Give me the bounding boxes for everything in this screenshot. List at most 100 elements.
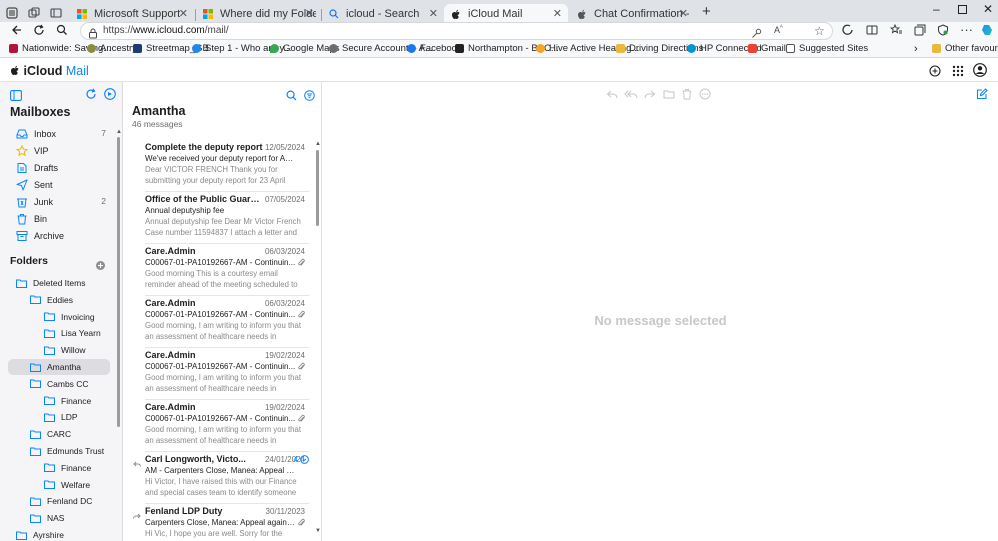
- folder-item[interactable]: Lisa Yearn: [8, 325, 110, 341]
- mailbox-inbox[interactable]: Inbox 7: [8, 126, 108, 142]
- reply-all-icon[interactable]: [624, 87, 638, 99]
- favourites-icon[interactable]: [889, 23, 903, 39]
- add-folder-icon[interactable]: [96, 257, 105, 275]
- close-window-button[interactable]: ✕: [983, 2, 993, 16]
- add-icon[interactable]: [929, 64, 941, 82]
- folder-item[interactable]: Ayrshire: [8, 527, 110, 541]
- close-tab-icon[interactable]: ✕: [305, 7, 314, 20]
- message-row[interactable]: Care.Admin 06/03/2024 C00067-01-PA10192667…: [145, 298, 309, 348]
- message-row[interactable]: Fenland LDP Duty 30/11/2023 Carpenters Clo…: [133, 506, 305, 541]
- reply-icon[interactable]: [606, 87, 618, 99]
- move-to-folder-icon[interactable]: [663, 87, 675, 99]
- mailbox-bin[interactable]: Bin: [8, 211, 108, 227]
- message-preview: Good morning, I am writing to inform you…: [145, 425, 301, 445]
- scroll-down-arrow-icon[interactable]: ▼: [315, 528, 321, 534]
- folder-item[interactable]: Finance: [8, 393, 110, 409]
- split-screen-icon[interactable]: [866, 24, 878, 39]
- address-bar[interactable]: https://www.icloud.com/mail/ Aᴬ ☆: [80, 22, 833, 40]
- read-aloud-icon[interactable]: Aᴬ: [774, 25, 783, 35]
- folder-item[interactable]: Eddies: [8, 292, 110, 308]
- filter-options-icon[interactable]: [304, 88, 315, 106]
- maximize-button[interactable]: [958, 3, 967, 17]
- bookmark-item[interactable]: Facebook: [407, 43, 462, 54]
- folder-item[interactable]: Welfare: [8, 477, 110, 493]
- message-preview: Good morning This is a courtesy email re…: [145, 269, 298, 289]
- scroll-up-arrow-icon[interactable]: ▲: [116, 129, 122, 135]
- folder-item[interactable]: Finance: [8, 460, 110, 476]
- browser-tab[interactable]: icloud - Search ✕: [322, 4, 444, 24]
- folder-item[interactable]: Fenland DC: [8, 493, 110, 509]
- account-avatar-icon[interactable]: [973, 63, 987, 82]
- close-tab-icon[interactable]: ✕: [429, 7, 438, 20]
- folder-item[interactable]: Amantha: [8, 359, 110, 375]
- folder-icon: [44, 396, 55, 406]
- message-row[interactable]: Carl Longworth, Victo... 24/01/2024 AM - C…: [133, 454, 309, 504]
- settings-more-icon[interactable]: ···: [960, 22, 973, 37]
- copilot-icon[interactable]: [981, 24, 993, 39]
- more-options-icon[interactable]: [699, 87, 711, 100]
- folder-item[interactable]: Cambs CC: [8, 376, 110, 392]
- folder-item[interactable]: NAS: [8, 510, 110, 526]
- row-divider: [145, 243, 309, 244]
- folder-item[interactable]: Deleted Items: [8, 275, 110, 291]
- search-icon[interactable]: [56, 24, 68, 39]
- app-grid-icon[interactable]: [952, 64, 964, 82]
- mailbox-vip[interactable]: VIP: [8, 143, 108, 159]
- sidebar-toggle-icon[interactable]: [10, 88, 22, 106]
- bookmark-item[interactable]: Suggested Sites: [786, 43, 868, 54]
- filter-icon[interactable]: [104, 87, 116, 105]
- extensions-icon[interactable]: [842, 24, 854, 39]
- more-bookmarks-chevron-icon[interactable]: ›: [914, 43, 918, 55]
- message-sender: Complete the deputy report: [145, 142, 263, 152]
- message-row[interactable]: Office of the Public Guard... 07/05/2024 A…: [145, 194, 309, 244]
- mailbox-title: Amantha: [132, 104, 186, 118]
- message-row[interactable]: Care.Admin 19/02/2024 C00067-01-PA10192667…: [145, 350, 309, 400]
- browser-tab[interactable]: Where did my Folder go? - Micr ✕: [196, 4, 320, 24]
- close-tab-icon[interactable]: ✕: [679, 7, 688, 20]
- bookmark-icon: [687, 44, 696, 53]
- paperclip-icon: [298, 258, 305, 269]
- archive-icon: [16, 231, 28, 241]
- message-row[interactable]: Care.Admin 06/03/2024 C00067-01-PA10192667…: [145, 246, 309, 296]
- favourite-star-icon[interactable]: ☆: [814, 24, 825, 38]
- message-row[interactable]: Complete the deputy report 12/05/2024 We'v…: [145, 142, 309, 192]
- folder-item[interactable]: Edmunds Trust: [8, 443, 110, 459]
- message-row[interactable]: Care.Admin 19/02/2024 C00067-01-PA10192667…: [145, 402, 309, 452]
- bookmark-item[interactable]: Gmail: [748, 43, 786, 54]
- message-subject: We've received your deputy report for Am…: [145, 154, 297, 163]
- message-sender: Fenland LDP Duty: [145, 506, 223, 516]
- tab-label: Where did my Folder go? - Micr: [220, 8, 316, 20]
- thread-count-badge[interactable]: 4: [294, 455, 309, 464]
- forward-icon[interactable]: [644, 87, 656, 99]
- scroll-up-arrow-icon[interactable]: ▲: [315, 141, 321, 147]
- collections-icon[interactable]: [914, 24, 926, 39]
- browser-essentials-icon[interactable]: [937, 24, 949, 39]
- message-list-scrollbar[interactable]: [316, 150, 319, 226]
- search-icon[interactable]: [286, 88, 297, 106]
- minimize-button[interactable]: –: [933, 2, 940, 16]
- message-preview: Hi Victor, I have raised this with our F…: [145, 477, 297, 497]
- mailbox-sent[interactable]: Sent: [8, 177, 108, 193]
- sidebar-scrollbar[interactable]: [117, 137, 120, 427]
- mailbox-drafts[interactable]: Drafts: [8, 160, 108, 176]
- new-tab-button[interactable]: +: [702, 3, 711, 20]
- delete-icon[interactable]: [681, 87, 693, 100]
- icloud-mail-logo[interactable]: iCloud Mail: [10, 64, 89, 78]
- bookmark-item[interactable]: Ancestry: [87, 43, 137, 54]
- browser-tab[interactable]: Microsoft Support ✕: [70, 4, 194, 24]
- folder-item[interactable]: CARC: [8, 426, 110, 442]
- other-favourites-folder[interactable]: Other favourites: [932, 43, 998, 54]
- back-icon[interactable]: [10, 24, 22, 39]
- folder-item[interactable]: LDP: [8, 409, 110, 425]
- mailbox-junk[interactable]: Junk 2: [8, 194, 108, 210]
- compose-icon[interactable]: [976, 87, 988, 100]
- close-tab-icon[interactable]: ✕: [553, 7, 562, 20]
- close-tab-icon[interactable]: ✕: [179, 7, 188, 20]
- mailbox-archive[interactable]: Archive: [8, 228, 108, 244]
- refresh-icon[interactable]: [33, 24, 45, 39]
- browser-tab-active[interactable]: iCloud Mail ✕: [444, 4, 568, 24]
- folder-item[interactable]: Invoicing: [8, 309, 110, 325]
- refresh-icon[interactable]: [85, 87, 97, 105]
- folder-item[interactable]: Willow: [8, 342, 110, 358]
- browser-tab[interactable]: Chat Confirmation - Apple Supp ✕: [570, 4, 694, 24]
